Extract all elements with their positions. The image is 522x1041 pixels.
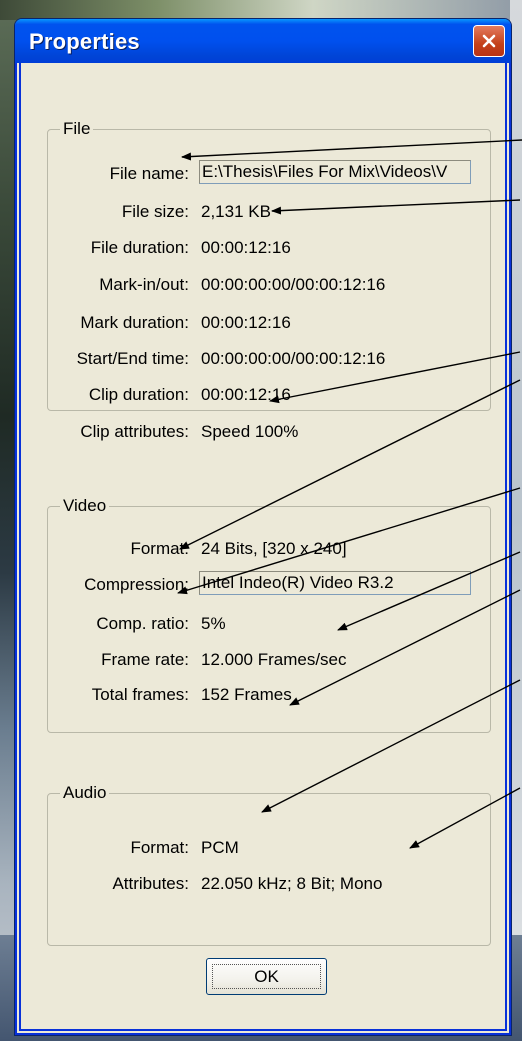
- clip-attributes-label: Clip attributes:: [80, 422, 189, 441]
- total-frames-value: 152 Frames: [201, 685, 292, 704]
- video-format-label: Format:: [130, 539, 189, 558]
- video-group-legend: Video: [63, 496, 107, 515]
- dialog-body: File File name: E:\Thesis\Files For Mix\…: [19, 63, 507, 1031]
- frame-rate-value: 12.000 Frames/sec: [201, 650, 347, 669]
- file-size-label: File size:: [121, 202, 189, 221]
- comp-ratio-label: Comp. ratio:: [96, 614, 189, 633]
- mark-in-out-value: 00:00:00:00/00:00:12:16: [201, 275, 386, 294]
- properties-dialog: Properties File File name: E:\Thesis\Fil…: [14, 18, 512, 1036]
- close-icon: [482, 34, 496, 48]
- video-format-value: 24 Bits, [320 x 240]: [201, 539, 347, 558]
- mark-duration-label: Mark duration:: [80, 313, 189, 332]
- frame-rate-label: Frame rate:: [101, 650, 189, 669]
- compression-label: Compression:: [84, 575, 189, 594]
- total-frames-label: Total frames:: [91, 685, 189, 704]
- ok-button[interactable]: OK: [206, 958, 327, 995]
- compression-field[interactable]: Intel Indeo(R) Video R3.2: [199, 571, 471, 595]
- audio-format-label: Format:: [130, 838, 189, 857]
- start-end-time-label: Start/End time:: [76, 349, 189, 368]
- audio-attributes-value: 22.050 kHz; 8 Bit; Mono: [201, 874, 383, 893]
- file-name-label: File name:: [109, 164, 189, 183]
- clip-attributes-value: Speed 100%: [201, 422, 299, 441]
- audio-group: Audio: [47, 783, 491, 946]
- dialog-title: Properties: [29, 29, 140, 54]
- title-bar[interactable]: Properties: [15, 19, 511, 63]
- audio-format-value: PCM: [201, 838, 239, 857]
- file-size-value: 2,131 KB: [201, 202, 271, 221]
- comp-ratio-value: 5%: [201, 614, 226, 633]
- clip-duration-label: Clip duration:: [88, 385, 189, 404]
- clip-duration-value: 00:00:12:16: [201, 385, 291, 404]
- file-group-legend: File: [63, 119, 91, 138]
- start-end-time-value: 00:00:00:00/00:00:12:16: [201, 349, 386, 368]
- ok-button-label: OK: [254, 966, 279, 986]
- desktop-background-top: [0, 0, 522, 20]
- mark-in-out-label: Mark-in/out:: [99, 275, 189, 294]
- file-duration-label: File duration:: [90, 238, 189, 257]
- file-duration-value: 00:00:12:16: [201, 238, 291, 257]
- close-button[interactable]: [473, 25, 505, 57]
- mark-duration-value: 00:00:12:16: [201, 313, 291, 332]
- audio-group-legend: Audio: [63, 783, 107, 802]
- audio-attributes-label: Attributes:: [112, 874, 189, 893]
- file-name-field[interactable]: E:\Thesis\Files For Mix\Videos\V: [199, 160, 471, 184]
